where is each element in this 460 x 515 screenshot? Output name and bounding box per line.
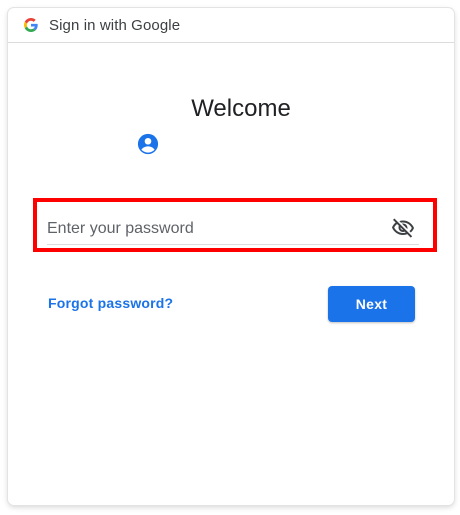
forgot-password-link[interactable]: Forgot password? — [48, 295, 173, 311]
dialog-header: Sign in with Google — [8, 8, 454, 43]
next-button[interactable]: Next — [328, 286, 415, 322]
password-field — [47, 216, 419, 245]
sign-in-dialog: Sign in with Google Welcome Forgot passw… — [8, 8, 454, 505]
welcome-heading: Welcome — [191, 95, 291, 122]
eye-off-icon[interactable] — [391, 216, 415, 240]
account-circle-icon — [137, 133, 159, 155]
dialog-title: Sign in with Google — [49, 17, 181, 34]
password-input[interactable] — [47, 216, 377, 242]
google-g-icon — [24, 18, 38, 32]
